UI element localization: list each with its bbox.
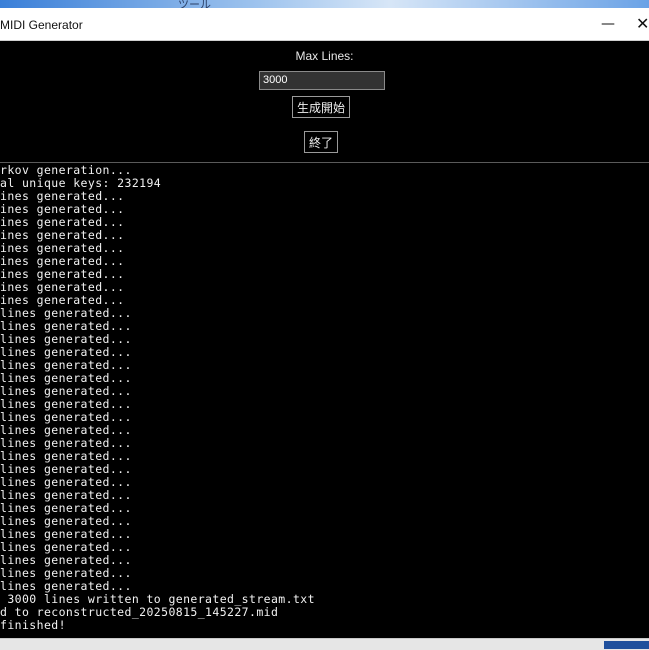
- start-generation-button[interactable]: 生成開始: [292, 96, 350, 118]
- max-lines-input[interactable]: 3000: [259, 71, 385, 90]
- title-bar[interactable]: MIDI Generator — ✕: [0, 8, 649, 41]
- exit-button[interactable]: 終了: [304, 131, 338, 153]
- log-line: finished!: [0, 618, 66, 632]
- window-title: MIDI Generator: [0, 18, 83, 32]
- minimize-button[interactable]: —: [593, 10, 623, 38]
- desktop-background: ツール: [0, 0, 649, 11]
- taskbar-accent: [604, 641, 649, 649]
- taskbar: [0, 638, 649, 650]
- close-button[interactable]: ✕: [626, 10, 649, 38]
- max-lines-label: Max Lines:: [295, 49, 354, 63]
- control-panel: Max Lines: 3000 生成開始 終了: [0, 41, 649, 162]
- log-output[interactable]: rkov generation... al unique keys: 232194…: [0, 163, 649, 638]
